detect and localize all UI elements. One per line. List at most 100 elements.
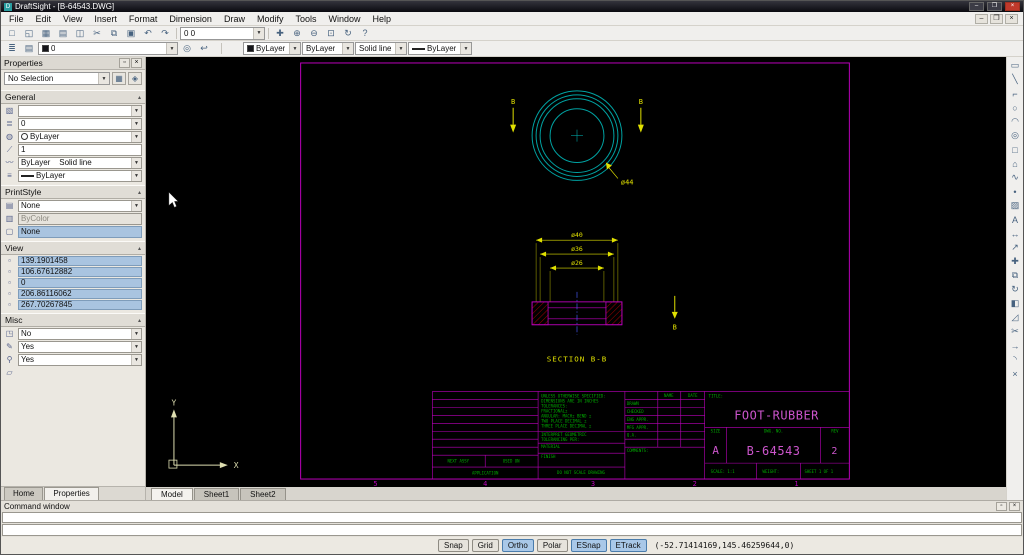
copy-entity-icon[interactable]: ⧉ — [1008, 269, 1023, 282]
erase-icon[interactable]: × — [1008, 367, 1023, 380]
chevron-down-icon[interactable]: ▼ — [395, 43, 406, 54]
section-general[interactable]: General▴ — [1, 90, 145, 104]
cut-icon[interactable]: ✂ — [89, 27, 105, 40]
command-float-icon[interactable]: ▫ — [996, 502, 1007, 511]
line-icon[interactable]: ╲ — [1008, 73, 1023, 86]
collapse-icon[interactable]: ▴ — [138, 317, 141, 324]
menu-item[interactable]: Format — [123, 13, 164, 25]
layer-states-icon[interactable]: ▤ — [21, 42, 37, 55]
chevron-down-icon[interactable]: ▼ — [131, 106, 141, 116]
view-value-field[interactable]: 106.67612882 — [18, 267, 142, 277]
polar-toggle[interactable]: Polar — [537, 539, 568, 552]
menu-item[interactable]: Window — [323, 13, 367, 25]
fillet-icon[interactable]: ◝ — [1008, 353, 1023, 366]
lineweight-field[interactable]: ByLayer▼ — [18, 170, 142, 182]
panel-tab-properties[interactable]: Properties — [44, 487, 98, 500]
view-value-field[interactable]: 139.1901458 — [18, 256, 142, 266]
zoom-window-icon[interactable]: ⊡ — [323, 27, 339, 40]
new-icon[interactable]: □ — [4, 27, 20, 40]
leader-icon[interactable]: ↗ — [1008, 241, 1023, 254]
mdi-minimize-icon[interactable]: – — [975, 14, 988, 24]
minimize-button[interactable]: – — [969, 2, 984, 11]
chevron-down-icon[interactable]: ▼ — [131, 329, 141, 339]
linecolor-combo[interactable]: ByLayer ▼ — [243, 42, 301, 55]
command-history[interactable] — [2, 512, 1022, 523]
linestyle-field[interactable]: ByLayer Solid line▼ — [18, 157, 142, 169]
menu-item[interactable]: File — [3, 13, 30, 25]
quick-input-combo[interactable]: 0 0 ▼ — [180, 27, 265, 40]
printstyle-field[interactable]: None▼ — [18, 200, 142, 212]
command-input[interactable] — [2, 524, 1022, 536]
text-icon[interactable]: A — [1008, 213, 1023, 226]
copy-icon[interactable]: ⧉ — [106, 27, 122, 40]
chevron-down-icon[interactable]: ▼ — [460, 43, 471, 54]
select-icon[interactable]: ▭ — [1008, 59, 1023, 72]
view-value-field[interactable]: 267.70267845 — [18, 300, 142, 310]
menu-item[interactable]: Draw — [218, 13, 251, 25]
chevron-down-icon[interactable]: ▼ — [131, 158, 141, 168]
chevron-down-icon[interactable]: ▼ — [131, 201, 141, 211]
chevron-down-icon[interactable]: ▼ — [166, 43, 177, 54]
redo-icon[interactable]: ↷ — [157, 27, 173, 40]
circle-icon[interactable]: ○ — [1008, 101, 1023, 114]
mirror-icon[interactable]: ◧ — [1008, 297, 1023, 310]
view-value-field[interactable]: 206.86116062 — [18, 289, 142, 299]
layers-manager-icon[interactable]: ≣ — [4, 42, 20, 55]
menu-item[interactable]: Insert — [88, 13, 123, 25]
collapse-icon[interactable]: ▴ — [138, 245, 141, 252]
zoom-out-icon[interactable]: ⊖ — [306, 27, 322, 40]
open-icon[interactable]: ◱ — [21, 27, 37, 40]
menu-item[interactable]: Tools — [289, 13, 322, 25]
chevron-down-icon[interactable]: ▼ — [342, 43, 353, 54]
chevron-down-icon[interactable]: ▼ — [98, 73, 109, 84]
arc-icon[interactable]: ◠ — [1008, 115, 1023, 128]
menu-item[interactable]: Edit — [30, 13, 58, 25]
section-view[interactable]: View▴ — [1, 241, 145, 255]
print-icon[interactable]: ▤ — [55, 27, 71, 40]
layer-by-entity-icon[interactable]: ◎ — [179, 42, 195, 55]
save-icon[interactable]: ▦ — [38, 27, 54, 40]
linestyle-combo[interactable]: Solid line ▼ — [355, 42, 407, 55]
paste-icon[interactable]: ▣ — [123, 27, 139, 40]
polygon-icon[interactable]: ⌂ — [1008, 157, 1023, 170]
menu-item[interactable]: Help — [367, 13, 398, 25]
menu-item[interactable]: Dimension — [163, 13, 218, 25]
chevron-down-icon[interactable]: ▼ — [131, 355, 141, 365]
etrack-toggle[interactable]: ETrack — [610, 539, 647, 552]
color-field[interactable]: ▼ — [18, 105, 142, 117]
command-close-icon[interactable]: × — [1009, 502, 1020, 511]
menu-item[interactable]: View — [57, 13, 88, 25]
hatch-icon[interactable]: ▨ — [1008, 199, 1023, 212]
printstyle-sheet-field[interactable]: None — [18, 226, 142, 238]
panel-close-icon[interactable]: × — [131, 58, 142, 68]
scale-icon[interactable]: ◿ — [1008, 311, 1023, 324]
chevron-down-icon[interactable]: ▼ — [131, 132, 141, 142]
help-icon[interactable]: ? — [357, 27, 373, 40]
maximize-button[interactable]: ❐ — [987, 2, 1002, 11]
undo-icon[interactable]: ↶ — [140, 27, 156, 40]
trim-icon[interactable]: ✂ — [1008, 325, 1023, 338]
linescale-field[interactable]: 1 — [18, 144, 142, 156]
dimension-icon[interactable]: ↔ — [1008, 227, 1023, 240]
chevron-down-icon[interactable]: ▼ — [131, 342, 141, 352]
layer-field[interactable]: 0▼ — [18, 118, 142, 130]
rotate-icon[interactable]: ↻ — [1008, 283, 1023, 296]
layer-previous-icon[interactable]: ↩ — [196, 42, 212, 55]
layer-combo[interactable]: 0 ▼ — [38, 42, 178, 55]
chevron-down-icon[interactable]: ▼ — [289, 43, 300, 54]
misc-field-2[interactable]: Yes▼ — [18, 341, 142, 353]
view-value-field[interactable]: 0 — [18, 278, 142, 288]
ortho-toggle[interactable]: Ortho — [502, 539, 534, 552]
collapse-icon[interactable]: ▴ — [138, 94, 141, 101]
selection-combo[interactable]: No Selection ▼ — [4, 72, 110, 85]
mdi-close-icon[interactable]: × — [1005, 14, 1018, 24]
select-entities-button[interactable]: ▦ — [112, 72, 126, 85]
tab-sheet1[interactable]: Sheet1 — [194, 488, 239, 500]
rectangle-icon[interactable]: □ — [1008, 143, 1023, 156]
rebuild-icon[interactable]: ↻ — [340, 27, 356, 40]
lineweight-combo[interactable]: ByLayer ▼ — [408, 42, 472, 55]
snap-toggle[interactable]: Snap — [438, 539, 469, 552]
move-icon[interactable]: ✚ — [1008, 255, 1023, 268]
print-preview-icon[interactable]: ◫ — [72, 27, 88, 40]
grid-toggle[interactable]: Grid — [472, 539, 499, 552]
